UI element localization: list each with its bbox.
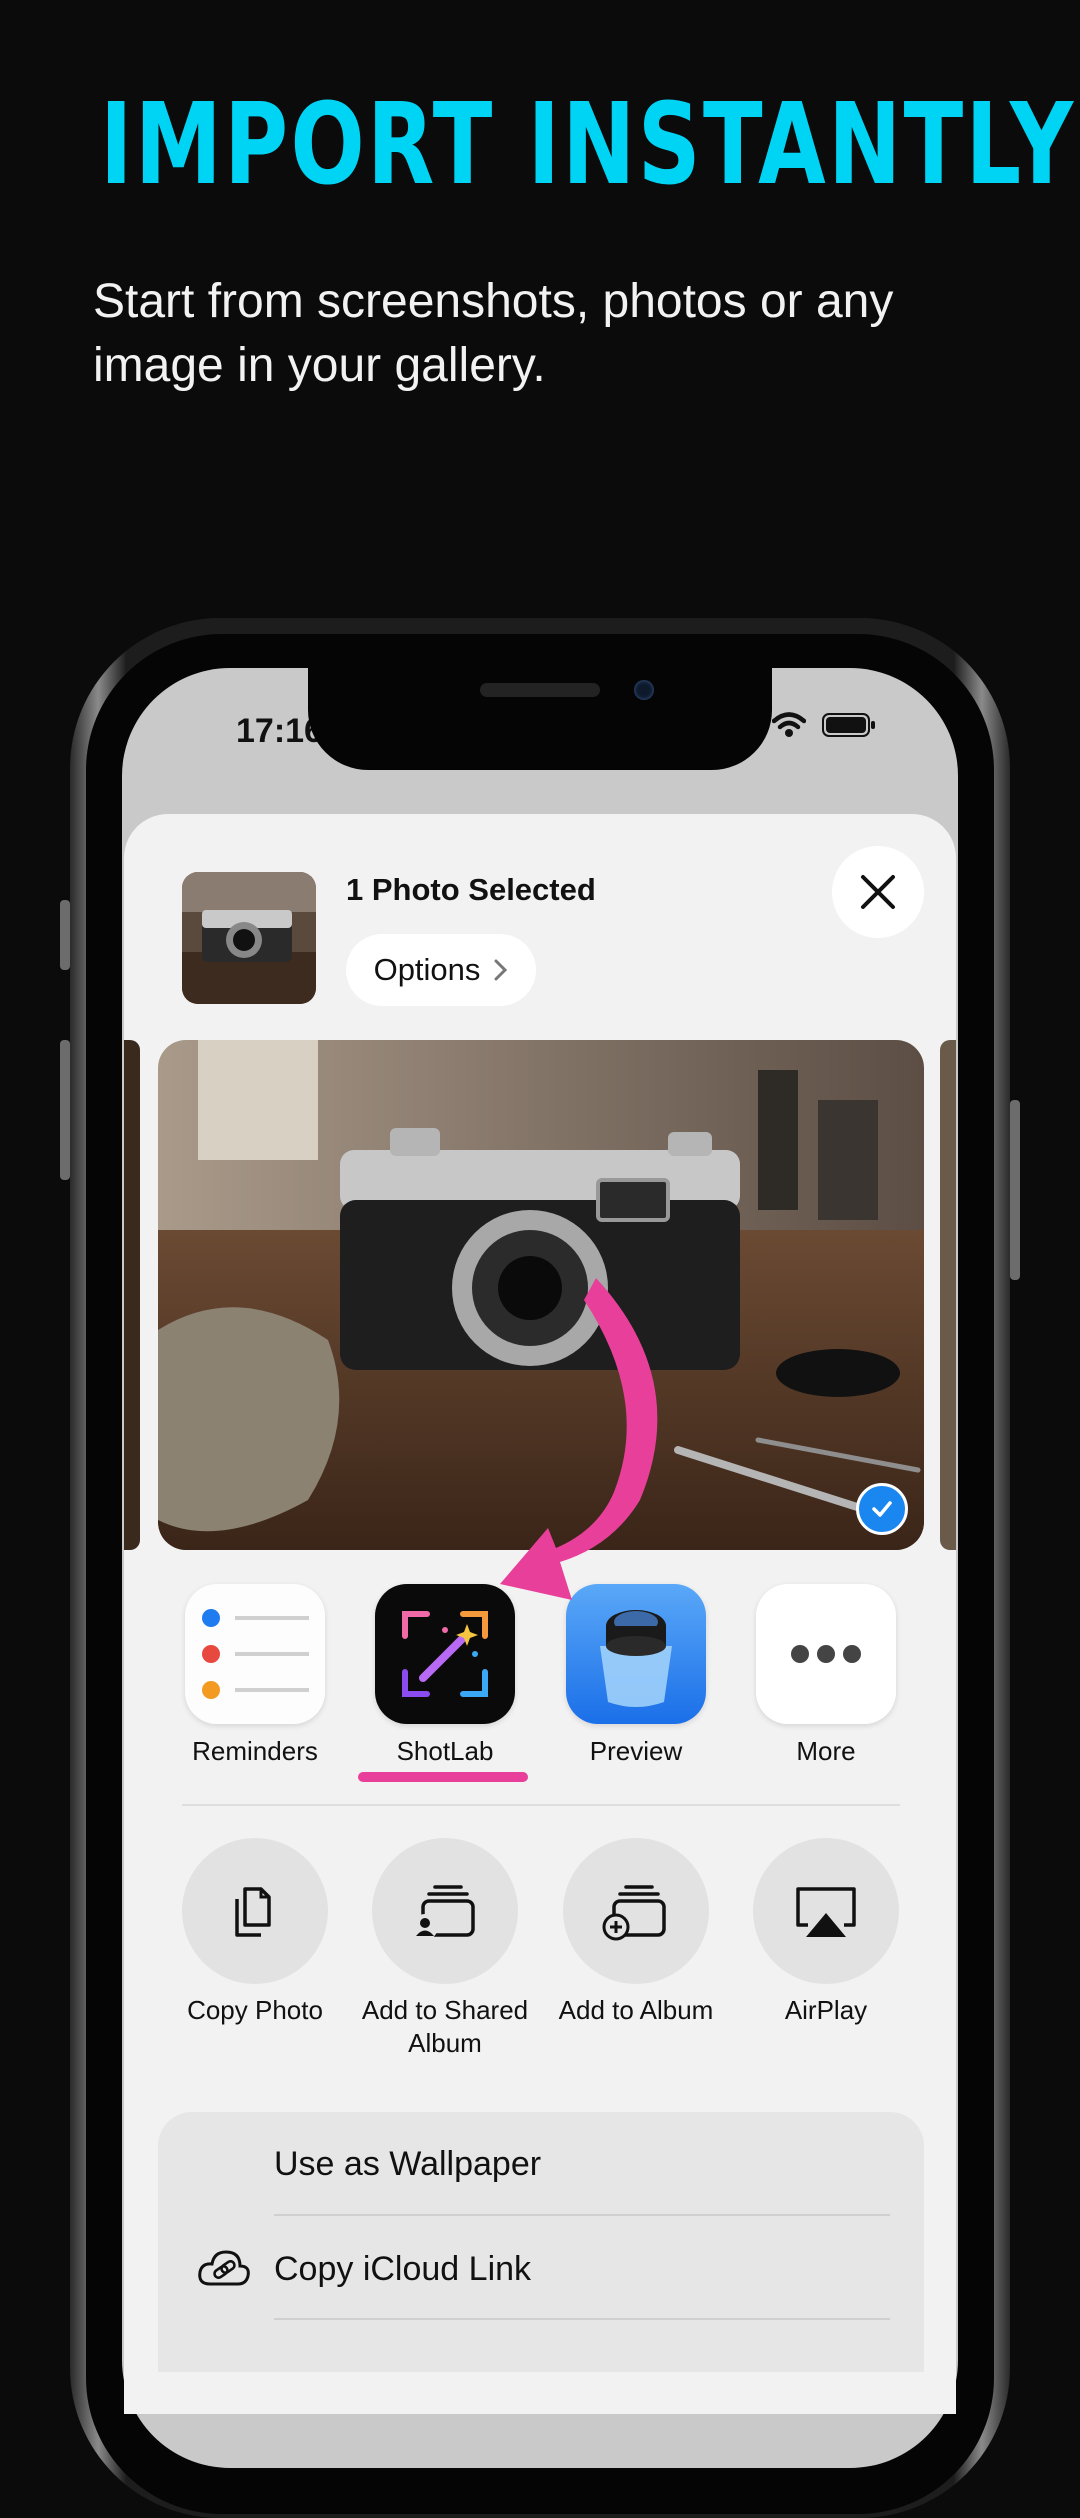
icloud-link-icon [198,2250,250,2286]
reminders-icon [185,1584,325,1724]
battery-icon [822,713,875,737]
action-label: AirPlay [784,1995,868,2025]
close-button[interactable] [832,846,924,938]
action-airplay[interactable]: AirPlay [753,1838,899,2027]
list-divider [274,2318,890,2320]
app-label: Reminders [192,1736,318,1766]
add-album-icon [563,1838,709,1984]
action-add-shared-album[interactable]: Add to Shared Album [362,1838,528,2060]
options-label: Options [373,952,481,987]
front-camera [634,680,654,700]
more-icon [756,1584,896,1724]
list-item-copy-icloud-link[interactable]: Copy iCloud Link [274,2250,531,2289]
close-icon [861,875,895,909]
previous-photo-peek[interactable] [124,1040,140,1550]
photo-preview[interactable] [158,1040,924,1550]
options-button[interactable]: Options [346,934,536,1006]
next-photo-peek[interactable] [940,1040,956,1550]
list-divider [274,2214,890,2216]
selection-title: 1 Photo Selected [346,872,596,907]
copy-photo-icon [182,1838,328,1984]
headline: IMPORT INSTANTLY [100,80,1076,210]
airplay-icon [753,1838,899,1984]
app-label: ShotLab [396,1736,494,1766]
volume-down-button [60,1040,70,1180]
power-button [1010,1100,1020,1280]
app-shotlab[interactable]: ShotLab [375,1584,515,1767]
selected-photo-thumbnail [182,872,316,1004]
action-copy-photo[interactable]: Copy Photo [182,1838,328,2027]
chevron-right-icon [494,959,508,981]
shared-album-icon [372,1838,518,1984]
shotlab-highlight-underline [358,1772,528,1782]
earpiece-speaker [480,683,600,697]
section-divider [182,1804,900,1806]
app-reminders[interactable]: Reminders [185,1584,325,1767]
app-preview[interactable]: Preview [566,1584,706,1767]
wifi-icon [772,712,806,737]
shotlab-icon [375,1584,515,1724]
list-item-use-as-wallpaper[interactable]: Use as Wallpaper [274,2145,541,2184]
volume-up-button [60,900,70,970]
preview-icon [566,1584,706,1724]
app-label: More [796,1736,856,1766]
subheadline: Start from screenshots, photos or any im… [93,275,894,392]
app-label: Preview [589,1736,683,1766]
action-add-album[interactable]: Add to Album [559,1838,713,2027]
app-more[interactable]: More [756,1584,896,1767]
notch-lower [410,720,670,770]
selected-checkmark-icon [856,1483,908,1535]
